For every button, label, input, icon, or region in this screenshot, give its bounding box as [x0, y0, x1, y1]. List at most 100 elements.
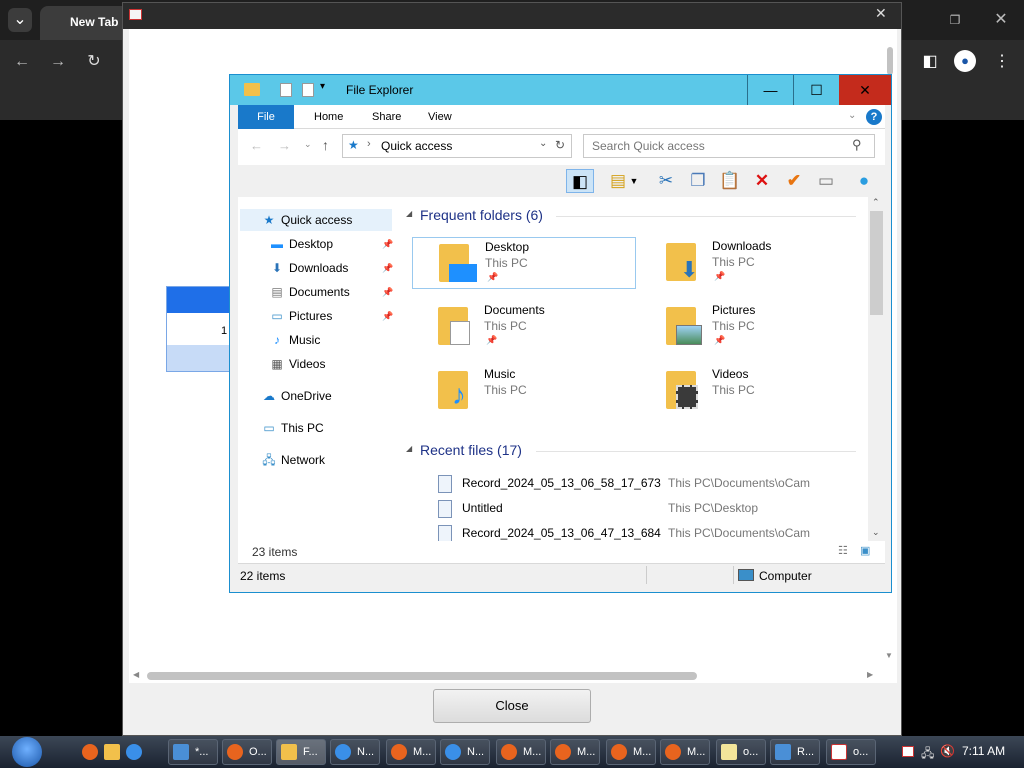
clock[interactable]: 7:11 AM — [962, 744, 1005, 758]
taskbar-item[interactable]: M... — [496, 739, 546, 765]
folder-tile-videos[interactable]: Videos This PC — [640, 365, 862, 417]
address-dropdown-icon[interactable]: ⌄ — [539, 138, 547, 149]
paste-icon[interactable]: 📋 — [716, 169, 744, 193]
start-button[interactable] — [12, 737, 42, 767]
properties-icon[interactable]: ▭ — [812, 169, 840, 193]
scroll-thumb[interactable] — [147, 672, 697, 680]
collapse-icon[interactable]: ◢ — [406, 209, 412, 218]
address-bar[interactable]: ★ › Quick access ⌄ ↻ — [342, 134, 572, 158]
layout-dropdown-icon[interactable]: ▼ — [628, 169, 640, 193]
tab-share[interactable]: Share — [362, 105, 411, 129]
search-input[interactable]: Search Quick access — [592, 139, 705, 153]
pin-icon[interactable]: 📌 — [382, 263, 393, 274]
vertical-scrollbar[interactable]: ⌃ ⌄ — [868, 197, 885, 542]
globe-icon[interactable]: ● — [850, 169, 878, 193]
volume-muted-icon[interactable]: 🔇 — [940, 744, 955, 758]
network-icon[interactable]: 🖧 — [921, 744, 934, 765]
sidebar-item-this-pc[interactable]: ▭ This PC — [260, 418, 323, 438]
scroll-up-icon[interactable]: ⌃ — [872, 197, 880, 208]
close-button[interactable]: ✕ — [839, 75, 891, 105]
sidebar-item-network[interactable]: 🖧 Network — [260, 450, 325, 470]
sidebar-item-downloads[interactable]: ⬇ Downloads — [268, 258, 348, 278]
scroll-thumb[interactable] — [887, 47, 893, 75]
taskbar-item[interactable]: N... — [330, 739, 380, 765]
new-folder-icon[interactable] — [302, 83, 314, 97]
sidebar-item-desktop[interactable]: ▬ Desktop — [268, 234, 333, 254]
scroll-left-icon[interactable]: ◀ — [133, 670, 139, 679]
minimize-button[interactable]: — — [747, 75, 793, 105]
rename-icon[interactable]: ✔ — [780, 169, 808, 193]
folder-tile-music[interactable]: ♪ Music This PC — [412, 365, 634, 417]
tab-file[interactable]: File — [238, 105, 294, 129]
folder-tile-pictures[interactable]: Pictures This PC 📌 — [640, 301, 862, 353]
taskbar-item[interactable]: o... — [716, 739, 766, 765]
firefox-icon[interactable] — [82, 744, 98, 760]
recent-files-header[interactable]: Recent files (17) — [420, 442, 522, 458]
up-icon[interactable]: ↑ — [322, 137, 329, 153]
taskbar-item[interactable]: O... — [222, 739, 272, 765]
taskbar-item[interactable]: M... — [606, 739, 656, 765]
sidebar-item-quick-access[interactable]: ★ Quick access — [260, 210, 353, 230]
taskbar-item[interactable]: R... — [770, 739, 820, 765]
pin-icon[interactable]: 📌 — [382, 239, 393, 250]
list-item[interactable]: Untitled This PC\Desktop — [432, 498, 868, 520]
properties-icon[interactable] — [280, 83, 292, 97]
taskbar-item[interactable]: M... — [550, 739, 600, 765]
taskbar-item[interactable]: F... — [276, 739, 326, 765]
scroll-down-icon[interactable]: ⌄ — [872, 527, 880, 538]
navigation-pane-icon[interactable]: ◧ — [566, 169, 594, 193]
chrome-icon[interactable] — [126, 744, 142, 760]
dialog-close-icon[interactable]: ✕ — [875, 5, 887, 22]
forward-icon[interactable]: → — [46, 50, 70, 74]
restore-icon[interactable]: ❐ — [943, 8, 967, 32]
sidebar-item-videos[interactable]: ▦ Videos — [268, 354, 325, 374]
reload-icon[interactable]: ↻ — [82, 50, 106, 74]
refresh-icon[interactable]: ↻ — [555, 138, 565, 152]
scroll-thumb[interactable] — [870, 211, 883, 315]
tray-app-icon[interactable] — [902, 746, 914, 757]
back-icon[interactable]: ← — [250, 138, 263, 153]
folder-tile-documents[interactable]: Documents This PC 📌 — [412, 301, 634, 353]
folder-icon[interactable] — [104, 744, 120, 760]
menu-icon[interactable]: ⋮ — [990, 50, 1014, 74]
close-button[interactable]: Close — [433, 689, 591, 723]
large-icons-view-icon[interactable]: ▣ — [860, 544, 870, 557]
list-item[interactable]: Record_2024_05_13_06_58_17_673 This PC\D… — [432, 473, 868, 495]
taskbar-item[interactable]: M... — [386, 739, 436, 765]
back-icon[interactable]: ← — [10, 50, 34, 74]
sidebar-item-music[interactable]: ♪ Music — [268, 330, 320, 350]
list-item[interactable]: Record_2024_05_13_06_47_13_684 This PC\D… — [432, 523, 868, 542]
scroll-down-icon[interactable]: ▼ — [885, 651, 893, 660]
sidebar-item-pictures[interactable]: ▭ Pictures — [268, 306, 332, 326]
pin-icon[interactable]: 📌 — [382, 311, 393, 322]
breadcrumb[interactable]: Quick access — [381, 139, 452, 153]
tab-home[interactable]: Home — [304, 105, 353, 129]
collapse-icon[interactable]: ◢ — [406, 444, 412, 453]
pin-icon[interactable]: 📌 — [382, 287, 393, 298]
search-field[interactable]: Search Quick access ⚲ — [583, 134, 875, 158]
scroll-right-icon[interactable]: ▶ — [867, 670, 873, 679]
search-icon[interactable]: ⚲ — [852, 137, 862, 153]
help-icon[interactable]: ? — [866, 109, 882, 125]
taskbar-item[interactable]: M... — [660, 739, 710, 765]
customize-qat-icon[interactable]: ▾ — [320, 81, 325, 92]
tab-search-icon[interactable]: ⌄ — [8, 8, 32, 32]
sidebar-item-onedrive[interactable]: ☁ OneDrive — [260, 386, 332, 406]
ribbon-expand-icon[interactable]: ⌄ — [848, 110, 856, 121]
browser-tab[interactable]: New Tab — [40, 6, 130, 40]
copy-icon[interactable]: ❐ — [684, 169, 712, 193]
side-panel-icon[interactable]: ◧ — [918, 50, 942, 74]
breadcrumb-separator-icon[interactable]: › — [367, 138, 371, 150]
close-icon[interactable]: ✕ — [989, 8, 1013, 32]
frequent-folders-header[interactable]: Frequent folders (6) — [420, 207, 543, 223]
profile-icon[interactable]: ● — [954, 50, 976, 72]
tab-view[interactable]: View — [418, 105, 462, 129]
recent-locations-icon[interactable]: ⌄ — [304, 139, 312, 150]
taskbar-item[interactable]: *... — [168, 739, 218, 765]
horizontal-scrollbar[interactable]: ◀ ▶ — [129, 669, 897, 683]
sidebar-item-documents[interactable]: ▤ Documents — [268, 282, 349, 302]
details-view-icon[interactable]: ☷ — [838, 544, 848, 557]
maximize-button[interactable]: ☐ — [793, 75, 839, 105]
folder-tile-downloads[interactable]: ⬇ Downloads This PC 📌 — [640, 237, 862, 289]
folder-tile-desktop[interactable]: Desktop This PC 📌 — [412, 237, 636, 289]
